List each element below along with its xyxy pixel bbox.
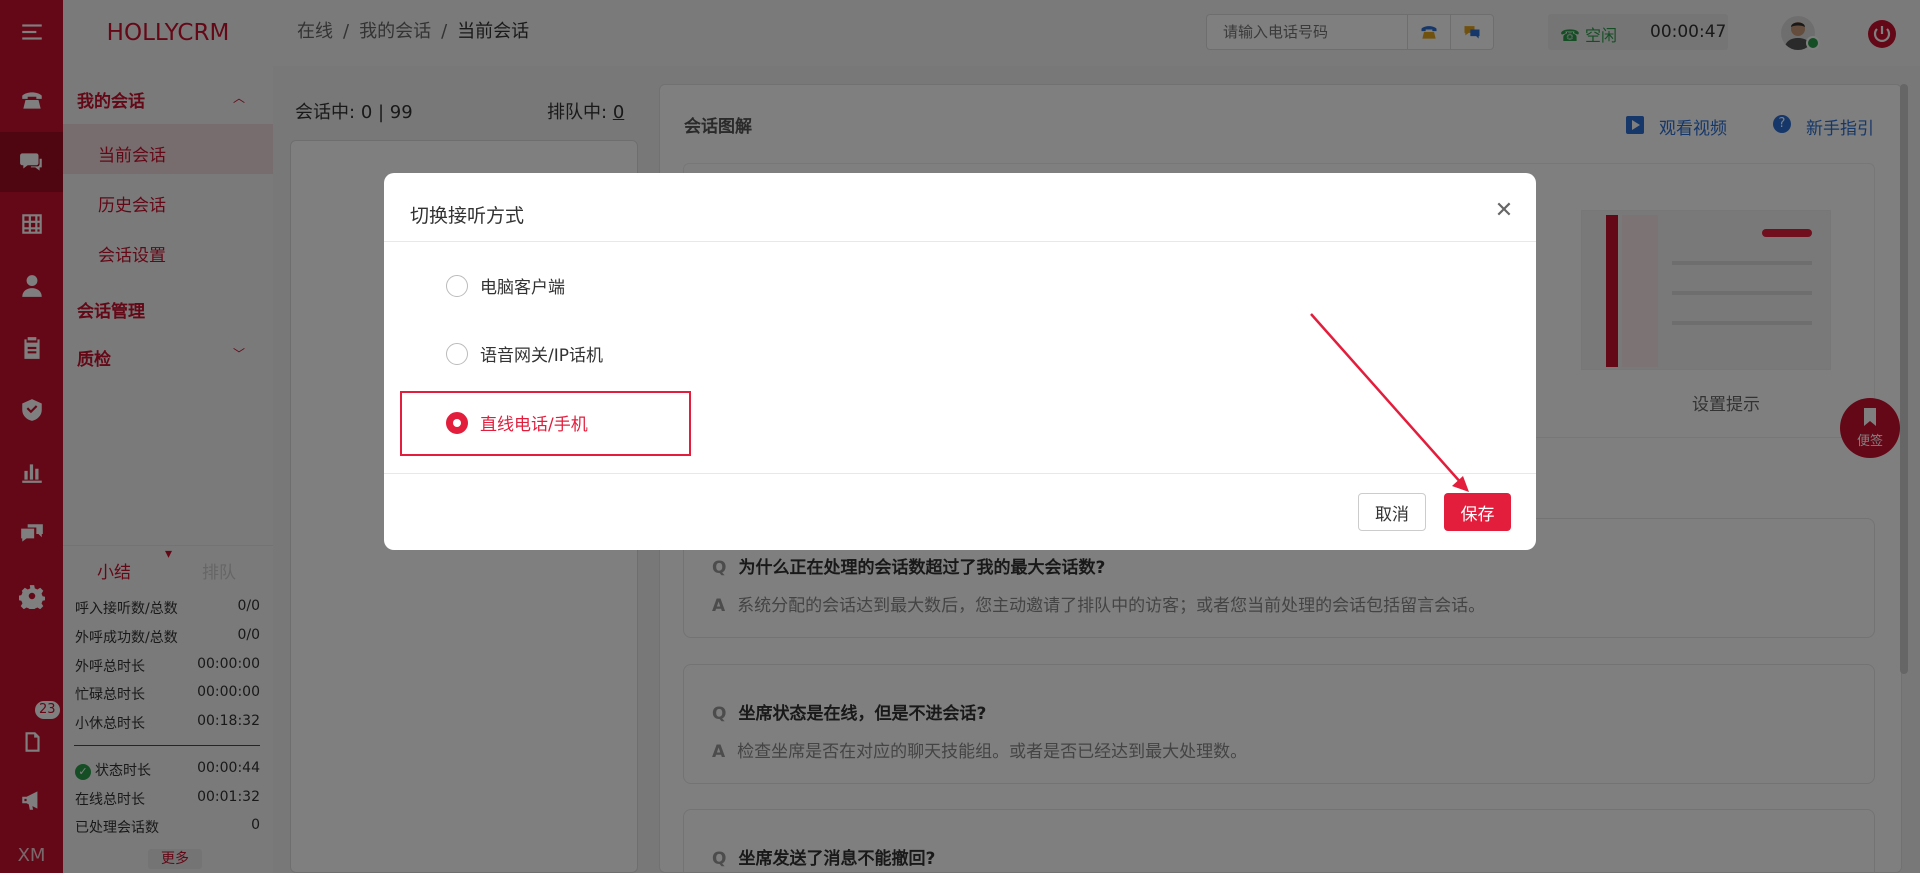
option-pc-client[interactable]: 电脑客户端 <box>446 273 565 298</box>
option-direct-phone[interactable]: 直线电话/手机 <box>446 410 588 435</box>
radio-button[interactable] <box>446 274 468 297</box>
dialog-header-divider <box>384 241 1536 242</box>
radio-button-selected[interactable] <box>446 411 468 434</box>
cancel-button[interactable]: 取消 <box>1358 493 1426 531</box>
option-voip-gateway[interactable]: 语音网关/IP话机 <box>446 341 603 366</box>
switch-answer-mode-dialog: 切换接听方式 ✕ 电脑客户端 语音网关/IP话机 直线电话/手机 取消 保存 <box>384 173 1536 550</box>
radio-button[interactable] <box>446 342 468 365</box>
close-icon[interactable]: ✕ <box>1490 197 1518 225</box>
save-button[interactable]: 保存 <box>1444 493 1511 531</box>
dialog-footer-divider <box>384 473 1536 474</box>
dialog-title: 切换接听方式 <box>410 205 525 227</box>
